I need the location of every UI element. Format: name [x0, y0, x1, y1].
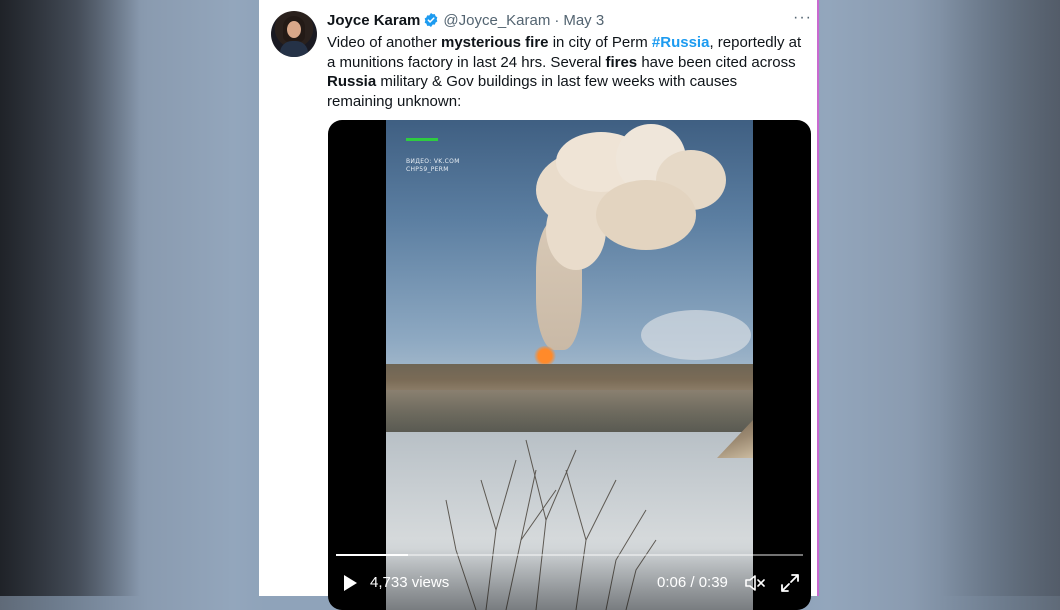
watermark-bar	[406, 138, 438, 141]
tweet-text-segment: military & Gov buildings in last few wee…	[327, 73, 738, 110]
tweet-card: Joyce Karam @Joyce_Karam · May 3 ··· Vid…	[259, 0, 819, 610]
tweet-text-bold: Russia	[327, 73, 377, 90]
progress-bar[interactable]	[336, 554, 803, 556]
tweet-text-bold: fires	[605, 53, 638, 71]
verified-badge-icon	[425, 13, 438, 27]
tweet-text-segment: have been cited across	[637, 53, 796, 71]
avatar-column	[259, 0, 331, 490]
progress-fill	[336, 554, 408, 556]
avatar-face	[287, 21, 301, 38]
watermark-line: CHP59_PERM	[406, 166, 449, 173]
fire-glow	[534, 346, 556, 366]
play-icon[interactable]	[342, 574, 358, 592]
avatar-body	[280, 41, 308, 57]
muted-speaker-icon[interactable]	[744, 574, 766, 592]
more-dots-icon[interactable]: ···	[793, 9, 812, 27]
tweet-text-segment: in city of Perm	[548, 34, 652, 51]
video-controls: 4,733 views 0:06 / 0:39	[328, 548, 811, 610]
watermark-line: ВИДЕО: VK.COM	[406, 158, 460, 165]
video-frame[interactable]: ВИДЕО: VK.COM CHP59_PERM	[386, 120, 753, 610]
smoke-cloud	[596, 180, 696, 250]
background-blur-left	[0, 0, 140, 596]
video-player[interactable]: ВИДЕО: VK.COM CHP59_PERM 4,733 views 0:0…	[328, 120, 811, 610]
background-blur-right	[940, 0, 1060, 596]
author-name[interactable]: Joyce Karam	[327, 12, 420, 29]
fullscreen-expand-icon[interactable]	[780, 573, 800, 593]
tweet-text: Video of another mysterious fire in city…	[327, 33, 807, 111]
author-avatar[interactable]	[271, 11, 317, 57]
hashtag-link[interactable]: #Russia	[652, 34, 710, 51]
tweet-text-segment: Video of another	[327, 34, 441, 51]
tweet-date[interactable]: May 3	[563, 12, 604, 29]
view-count: 4,733 views	[370, 574, 450, 591]
tweet-text-bold: mysterious fire	[440, 34, 549, 51]
video-time: 0:06 / 0:39	[657, 574, 728, 591]
background-cloud	[641, 310, 751, 360]
author-handle[interactable]: @Joyce_Karam	[443, 12, 550, 29]
header-separator: ·	[554, 11, 560, 29]
tweet-header: Joyce Karam @Joyce_Karam · May 3	[327, 11, 604, 29]
far-bank	[386, 364, 753, 390]
video-watermark: ВИДЕО: VK.COM CHP59_PERM	[406, 158, 460, 174]
